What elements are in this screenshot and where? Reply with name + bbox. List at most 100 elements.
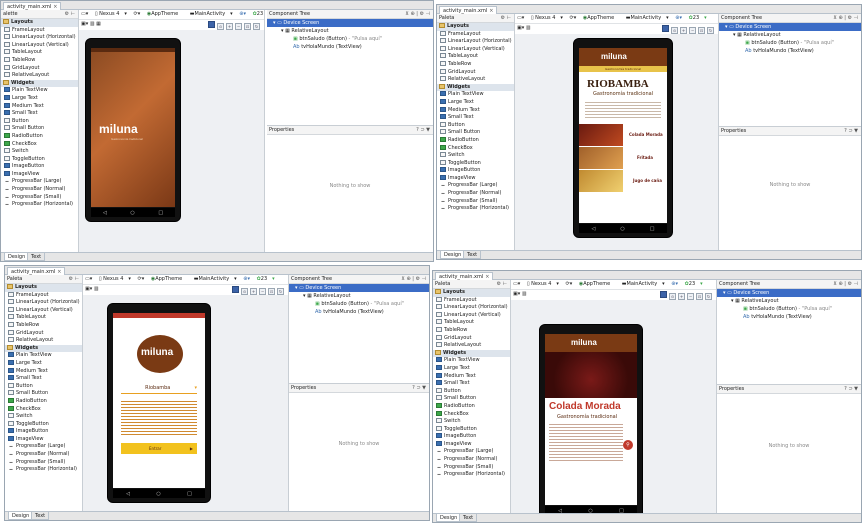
gear-icon[interactable]: ⚙ ⊢: [501, 15, 511, 21]
orientation-icon[interactable]: ⟳▾: [134, 11, 141, 17]
palette-item[interactable]: ImageView: [5, 435, 82, 444]
palette-item[interactable]: LinearLayout (Vertical): [5, 306, 82, 315]
palette-item[interactable]: Plain TextView: [5, 352, 82, 360]
tab-text[interactable]: Text: [459, 514, 478, 522]
tree-options-icon[interactable]: ⊻ ⊕ | ⚙ ⊣: [833, 281, 858, 287]
api-selector[interactable]: ✿23▾: [257, 276, 275, 282]
file-tab[interactable]: activity_main.xml ×: [7, 267, 66, 275]
palette-item[interactable]: Small Button: [1, 125, 78, 133]
palette-item[interactable]: ToggleButton: [1, 155, 78, 164]
palette-category[interactable]: Widgets: [437, 83, 514, 92]
palette-item[interactable]: FrameLayout: [5, 291, 82, 300]
palette-item[interactable]: GridLayout: [433, 334, 510, 343]
palette-item[interactable]: RelativeLayout: [433, 342, 510, 350]
palette-item[interactable]: LinearLayout (Horizontal): [1, 34, 78, 42]
palette-item[interactable]: ━ ProgressBar (Large): [433, 448, 510, 456]
palette-item[interactable]: Small Text: [437, 114, 514, 122]
palette-item[interactable]: LinearLayout (Vertical): [433, 311, 510, 320]
palette-item[interactable]: Button: [437, 121, 514, 130]
tree-device-screen[interactable]: ▾ ▭ Device Screen: [717, 289, 861, 297]
tree-options-icon[interactable]: ⊻ ⊕ | ⚙ ⊣: [833, 15, 858, 21]
palette-item[interactable]: ━ ProgressBar (Normal): [437, 190, 514, 198]
zoom-actual-icon[interactable]: ⊙: [217, 23, 224, 30]
layout-toggle-icons[interactable]: ▣▾ ▥: [85, 286, 99, 292]
recent-apps-icon[interactable]: □: [187, 491, 192, 497]
device-selector[interactable]: ▯ Nexus 4 ▾: [99, 276, 131, 282]
tab-text[interactable]: Text: [31, 512, 50, 520]
palette-item[interactable]: Button: [433, 387, 510, 396]
properties-icons[interactable]: ? ⊃ ▼: [412, 385, 426, 391]
device-selector[interactable]: ▯ Nexus 4 ▾: [527, 281, 559, 287]
palette-item[interactable]: Switch: [433, 418, 510, 426]
device-menu-icon[interactable]: ▭▾: [81, 11, 88, 17]
recent-apps-icon[interactable]: □: [650, 226, 655, 232]
dish-image-2[interactable]: [579, 147, 623, 169]
theme-selector[interactable]: ◉AppTheme: [583, 15, 619, 21]
preview-icon[interactable]: [208, 21, 215, 28]
palette-item[interactable]: Plain TextView: [1, 87, 78, 95]
layout-toggle-icons[interactable]: ▣▾ ▥: [513, 291, 527, 297]
device-menu-icon[interactable]: ▭▾: [513, 281, 520, 287]
refresh-icon[interactable]: ↻: [707, 27, 714, 34]
palette-item[interactable]: ToggleButton: [5, 420, 82, 429]
zoom-out-icon[interactable]: −: [687, 293, 694, 300]
palette-item[interactable]: RelativeLayout: [1, 72, 78, 80]
palette-item[interactable]: TableRow: [433, 326, 510, 335]
palette-item[interactable]: ━ ProgressBar (Small): [1, 194, 78, 202]
zoom-fit-icon[interactable]: ⊡: [268, 288, 275, 295]
palette-category[interactable]: Layouts: [1, 19, 78, 27]
tree-textview[interactable]: Ab tvHolaMundo (TextView): [267, 43, 433, 51]
locale-icon[interactable]: ⊕▾: [671, 281, 678, 287]
zoom-actual-icon[interactable]: ⊙: [241, 288, 248, 295]
palette-item[interactable]: LinearLayout (Vertical): [437, 45, 514, 54]
theme-selector[interactable]: ◉AppTheme: [579, 281, 615, 287]
palette-item[interactable]: Small Button: [437, 129, 514, 137]
palette-item[interactable]: FrameLayout: [437, 30, 514, 39]
zoom-out-icon[interactable]: −: [689, 27, 696, 34]
tab-text[interactable]: Text: [27, 253, 46, 261]
zoom-fit-icon[interactable]: ⊡: [696, 293, 703, 300]
tree-options-icon[interactable]: ⊻ ⊕ | ⚙ ⊣: [405, 11, 430, 17]
zoom-out-icon[interactable]: −: [235, 23, 242, 30]
device-selector[interactable]: ▯ Nexus 4 ▾: [95, 11, 127, 17]
activity-selector[interactable]: ▬MainActivity ▾: [194, 276, 237, 282]
theme-selector[interactable]: ◉AppTheme: [151, 276, 187, 282]
palette-item[interactable]: Medium Text: [433, 372, 510, 381]
palette-category[interactable]: Widgets: [1, 79, 78, 88]
zoom-out-icon[interactable]: −: [259, 288, 266, 295]
palette-item[interactable]: Plain TextView: [433, 357, 510, 365]
palette-item[interactable]: RadioButton: [1, 132, 78, 141]
palette-item[interactable]: TableLayout: [437, 53, 514, 61]
palette-item[interactable]: ━ ProgressBar (Small): [433, 464, 510, 472]
palette-item[interactable]: ImageButton: [433, 433, 510, 441]
palette-item[interactable]: Small Text: [1, 110, 78, 118]
tree-textview[interactable]: Ab tvHolaMundo (TextView): [289, 308, 429, 316]
palette-item[interactable]: ImageButton: [1, 163, 78, 171]
palette-item[interactable]: Button: [5, 382, 82, 391]
palette-item[interactable]: ━ ProgressBar (Horizontal): [437, 205, 514, 213]
palette-item[interactable]: FrameLayout: [1, 26, 78, 35]
palette-item[interactable]: ━ ProgressBar (Large): [5, 443, 82, 451]
city-dropdown[interactable]: Riobamba ▾: [121, 385, 197, 394]
palette-item[interactable]: ━ ProgressBar (Horizontal): [1, 201, 78, 209]
device-menu-icon[interactable]: ▭▾: [517, 15, 524, 21]
tree-relative-layout[interactable]: ▾ ▦ RelativeLayout: [719, 31, 861, 39]
activity-selector[interactable]: ▬MainActivity ▾: [190, 11, 233, 17]
palette-item[interactable]: ━ ProgressBar (Small): [437, 198, 514, 206]
palette-item[interactable]: RadioButton: [5, 397, 82, 406]
palette-item[interactable]: Switch: [5, 413, 82, 421]
dish-label-3[interactable]: Jugo de caña: [633, 178, 662, 183]
tab-design[interactable]: Design: [8, 512, 34, 520]
api-selector[interactable]: ✿23▾: [685, 281, 703, 287]
palette-item[interactable]: Small Text: [433, 380, 510, 388]
palette-item[interactable]: RadioButton: [437, 136, 514, 145]
tree-button[interactable]: ▣ btnSaludo (Button) - "Pulsa aquí": [717, 305, 861, 313]
palette-category[interactable]: Layouts: [5, 284, 82, 292]
orientation-icon[interactable]: ⟳▾: [138, 276, 145, 282]
tree-relative-layout[interactable]: ▾ ▦ RelativeLayout: [267, 27, 433, 35]
preview-icon[interactable]: [660, 291, 667, 298]
tab-text[interactable]: Text: [463, 251, 482, 259]
tree-textview[interactable]: Ab tvHolaMundo (TextView): [717, 313, 861, 321]
palette-item[interactable]: LinearLayout (Vertical): [1, 41, 78, 50]
palette-item[interactable]: Large Text: [433, 364, 510, 373]
